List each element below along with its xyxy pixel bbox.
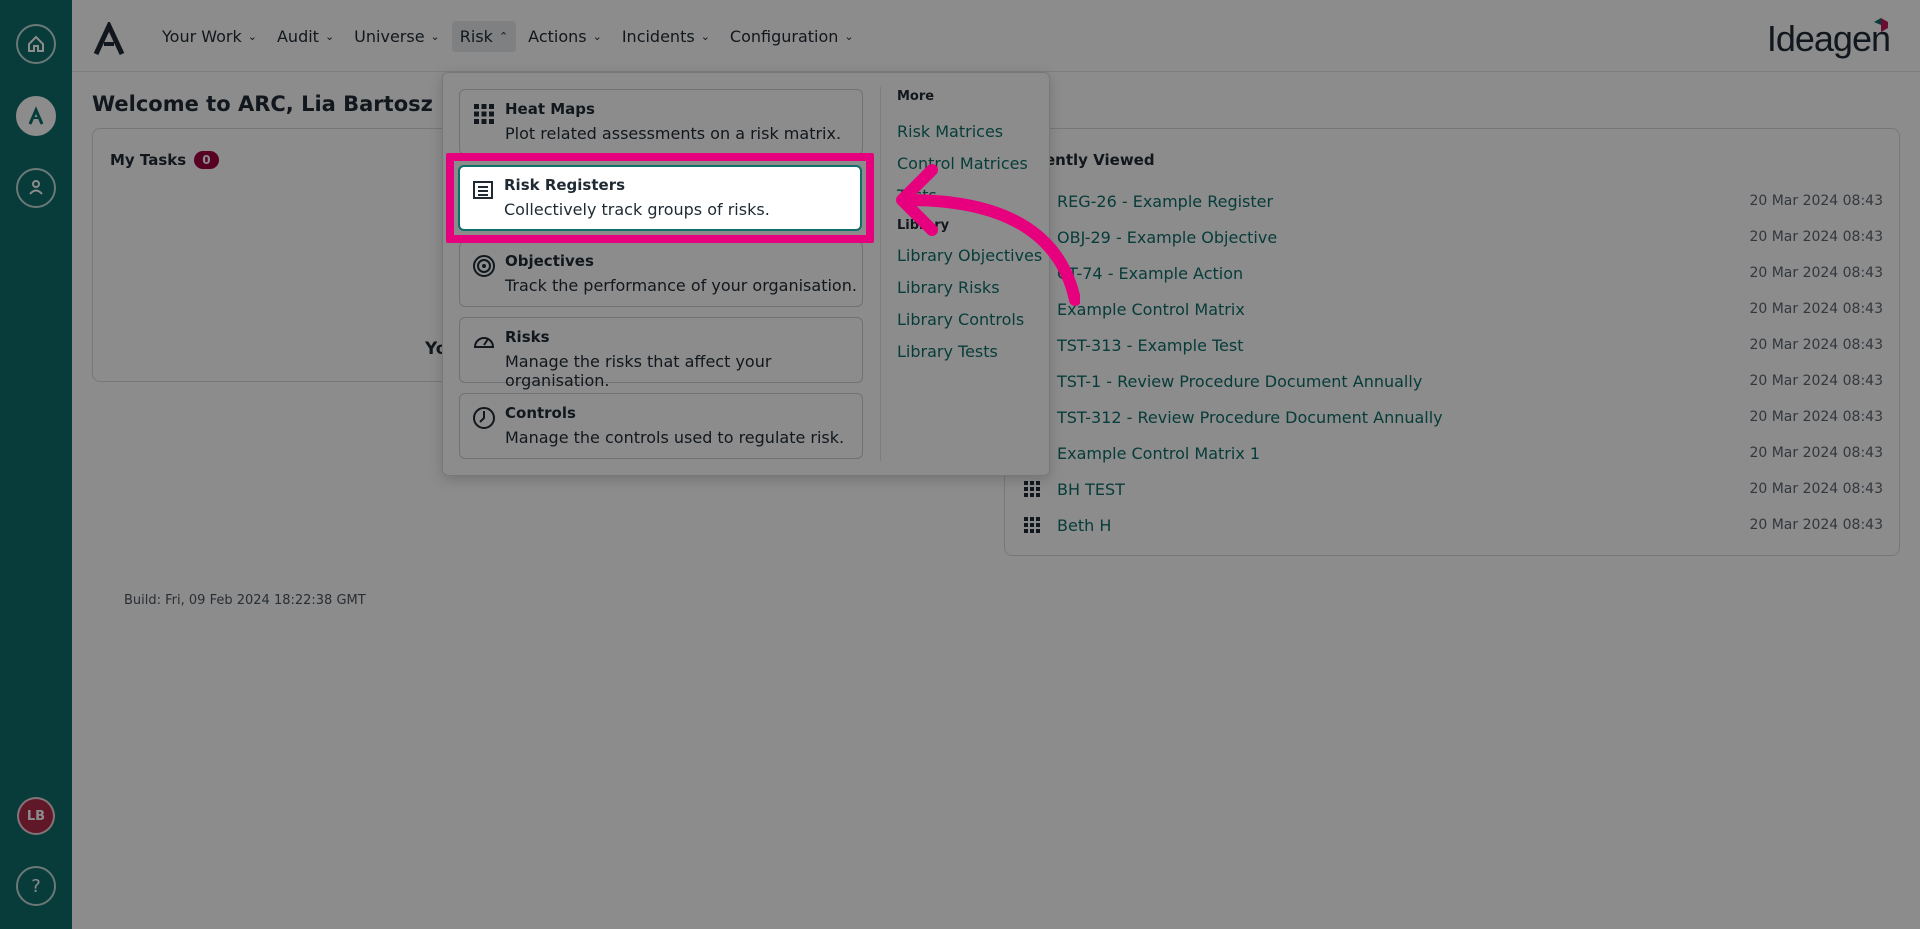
menu-item-heat-maps[interactable]: Heat Maps Plot related assessments on a … <box>459 89 863 155</box>
gauge-icon <box>473 337 495 348</box>
pointer-arrow-icon <box>896 164 1080 306</box>
link-library-tests[interactable]: Library Tests <box>897 336 1042 368</box>
target-icon <box>473 255 495 277</box>
more-heading: More <box>897 89 935 104</box>
highlight-frame <box>446 153 874 243</box>
menu-item-risks[interactable]: Risks Manage the risks that affect your … <box>459 317 863 390</box>
grid-icon <box>474 104 494 124</box>
menu-item-objectives[interactable]: Objectives Track the performance of your… <box>459 241 863 307</box>
link-risk-matrices[interactable]: Risk Matrices <box>897 116 1042 148</box>
controls-icon <box>473 407 495 429</box>
menu-item-controls[interactable]: Controls Manage the controls used to reg… <box>459 393 863 459</box>
